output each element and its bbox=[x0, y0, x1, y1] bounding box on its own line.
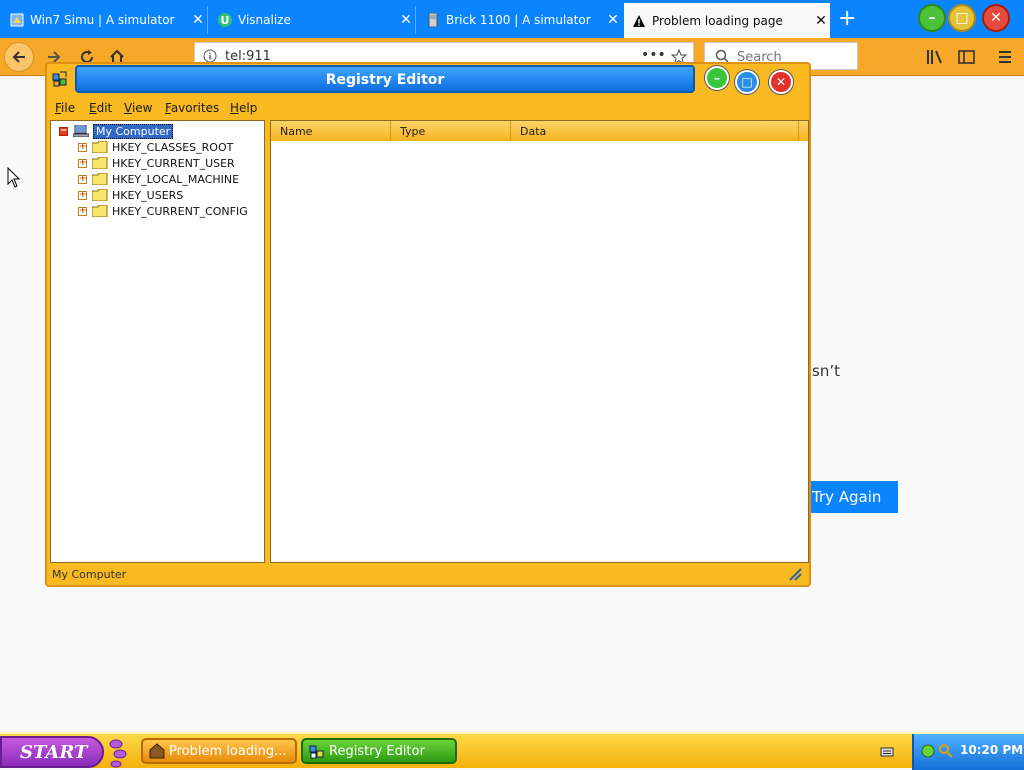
hamburger-icon bbox=[999, 51, 1011, 63]
tree-node-label: HKEY_CURRENT_CONFIG bbox=[112, 204, 248, 218]
title-strip: Registry Editor bbox=[75, 65, 695, 93]
error-page-text: sn’t bbox=[812, 362, 840, 380]
clock: 10:20 PM bbox=[960, 743, 1024, 757]
tree-node-hkey-current-user[interactable]: + HKEY_CURRENT_USER bbox=[78, 155, 235, 171]
tab-title: Visnalize bbox=[238, 13, 291, 27]
menu-view[interactable]: View bbox=[124, 101, 152, 115]
taskbar: START Problem loading... Registry Editor… bbox=[0, 732, 1024, 770]
folder-icon bbox=[92, 205, 108, 217]
folder-icon bbox=[92, 141, 108, 153]
win7-simu-icon bbox=[10, 13, 24, 27]
start-button[interactable]: START bbox=[0, 736, 104, 768]
back-button[interactable] bbox=[4, 42, 34, 72]
tab-close-button[interactable]: ✕ bbox=[604, 12, 622, 28]
registry-app-icon bbox=[309, 745, 324, 759]
values-column-header: Name Type Data bbox=[271, 121, 808, 141]
window-title: Registry Editor bbox=[325, 72, 445, 88]
tab-close-button[interactable]: ✕ bbox=[397, 12, 415, 28]
tree-node-hkey-classes-root[interactable]: + HKEY_CLASSES_ROOT bbox=[78, 139, 233, 155]
minimize-button[interactable]: – bbox=[918, 4, 946, 32]
folder-icon bbox=[92, 173, 108, 185]
tree-node-label: HKEY_CLASSES_ROOT bbox=[112, 140, 234, 154]
search-icon bbox=[715, 49, 729, 63]
expand-icon[interactable]: + bbox=[78, 190, 87, 200]
tray-keyboard-icon[interactable] bbox=[880, 744, 894, 758]
computer-icon bbox=[73, 125, 89, 137]
system-tray: 10:20 PM bbox=[912, 734, 1024, 770]
column-header-data[interactable]: Data bbox=[511, 121, 799, 141]
status-text: My Computer bbox=[52, 568, 127, 581]
menu-file[interactable]: File bbox=[55, 101, 75, 115]
expand-icon[interactable]: + bbox=[78, 206, 87, 216]
resize-grip-icon[interactable] bbox=[788, 567, 802, 581]
registry-values-pane[interactable]: Name Type Data bbox=[270, 120, 809, 563]
tab-close-button[interactable]: ✕ bbox=[812, 13, 830, 29]
menu-favorites[interactable]: Favorites bbox=[165, 101, 219, 115]
taskbar-item-problem-loading[interactable]: Problem loading... bbox=[141, 738, 297, 764]
tab-visnalize[interactable]: U Visnalize ✕ bbox=[210, 6, 416, 34]
library-button[interactable] bbox=[924, 45, 946, 69]
tab-problem-loading[interactable]: Problem loading page ✕ bbox=[624, 3, 830, 38]
expand-icon[interactable]: + bbox=[78, 174, 87, 184]
reg-maximize-button[interactable]: □ bbox=[735, 70, 759, 94]
tree-node-hkey-current-config[interactable]: + HKEY_CURRENT_CONFIG bbox=[78, 203, 248, 219]
tab-brick-1100[interactable]: Brick 1100 | A simulator ✕ bbox=[418, 6, 622, 34]
back-arrow-icon bbox=[12, 51, 25, 63]
browser-tab-bar: Win7 Simu | A simulator ✕ U Visnalize ✕ … bbox=[0, 0, 1024, 38]
tab-title: Problem loading page bbox=[652, 13, 783, 28]
visnalize-icon: U bbox=[218, 13, 232, 27]
registry-editor-window: Registry Editor – □ ✕ File Edit View Fav… bbox=[45, 62, 811, 587]
mouse-cursor-icon bbox=[7, 167, 21, 188]
tree-node-hkey-users[interactable]: + HKEY_USERS bbox=[78, 187, 183, 203]
menu-help[interactable]: Help bbox=[230, 101, 257, 115]
close-window-button[interactable]: ✕ bbox=[982, 4, 1010, 32]
tree-node-label: HKEY_CURRENT_USER bbox=[112, 156, 235, 170]
info-icon bbox=[203, 49, 217, 63]
expand-icon[interactable]: + bbox=[78, 142, 87, 152]
collapse-icon[interactable]: − bbox=[59, 126, 68, 136]
warning-icon bbox=[632, 14, 646, 28]
registry-tree-pane[interactable]: − My Computer + HKEY_CLASSES_ROOT + HKEY… bbox=[50, 120, 265, 563]
tree-node-label: HKEY_USERS bbox=[112, 188, 184, 202]
column-header-type[interactable]: Type bbox=[391, 121, 511, 141]
registry-title-bar[interactable]: Registry Editor – □ ✕ bbox=[47, 64, 809, 98]
browser-icon bbox=[149, 743, 165, 759]
taskbar-item-label: Registry Editor bbox=[329, 743, 425, 759]
registry-app-icon bbox=[52, 71, 67, 87]
tab-title: Win7 Simu | A simulator bbox=[30, 13, 175, 27]
try-again-button[interactable]: Try Again bbox=[808, 481, 898, 513]
brick-phone-icon bbox=[426, 13, 440, 27]
reg-minimize-button[interactable]: – bbox=[705, 66, 729, 90]
tab-close-button[interactable]: ✕ bbox=[189, 12, 207, 28]
folder-icon bbox=[92, 189, 108, 201]
taskbar-item-label: Problem loading... bbox=[169, 743, 287, 759]
library-icon bbox=[927, 50, 942, 64]
tab-title: Brick 1100 | A simulator bbox=[446, 13, 591, 27]
taskbar-item-registry-editor[interactable]: Registry Editor bbox=[301, 738, 457, 764]
tab-win7-simu[interactable]: Win7 Simu | A simulator ✕ bbox=[2, 6, 208, 34]
tree-node-label: HKEY_LOCAL_MACHINE bbox=[112, 172, 240, 186]
folder-icon bbox=[92, 157, 108, 169]
sidebar-button[interactable] bbox=[956, 45, 978, 69]
expand-icon[interactable]: + bbox=[78, 158, 87, 168]
page-actions-icon[interactable]: ••• bbox=[641, 47, 666, 63]
network-icon[interactable] bbox=[920, 743, 936, 759]
status-bar: My Computer bbox=[50, 566, 806, 584]
tree-node-label: My Computer bbox=[93, 123, 174, 139]
reg-close-button[interactable]: ✕ bbox=[769, 70, 793, 94]
column-header-name[interactable]: Name bbox=[271, 121, 391, 141]
sidebar-icon bbox=[958, 50, 975, 64]
maximize-button[interactable]: □ bbox=[948, 4, 976, 32]
registry-menu-bar: File Edit View Favorites Help bbox=[51, 98, 807, 118]
start-decoration-icon bbox=[109, 739, 127, 768]
menu-edit[interactable]: Edit bbox=[89, 101, 112, 115]
tree-node-hkey-local-machine[interactable]: + HKEY_LOCAL_MACHINE bbox=[78, 171, 239, 187]
menu-button[interactable] bbox=[994, 45, 1016, 69]
tree-node-my-computer[interactable]: − My Computer bbox=[59, 123, 174, 139]
new-tab-button[interactable]: + bbox=[838, 8, 856, 30]
search-tray-icon[interactable] bbox=[938, 743, 954, 759]
